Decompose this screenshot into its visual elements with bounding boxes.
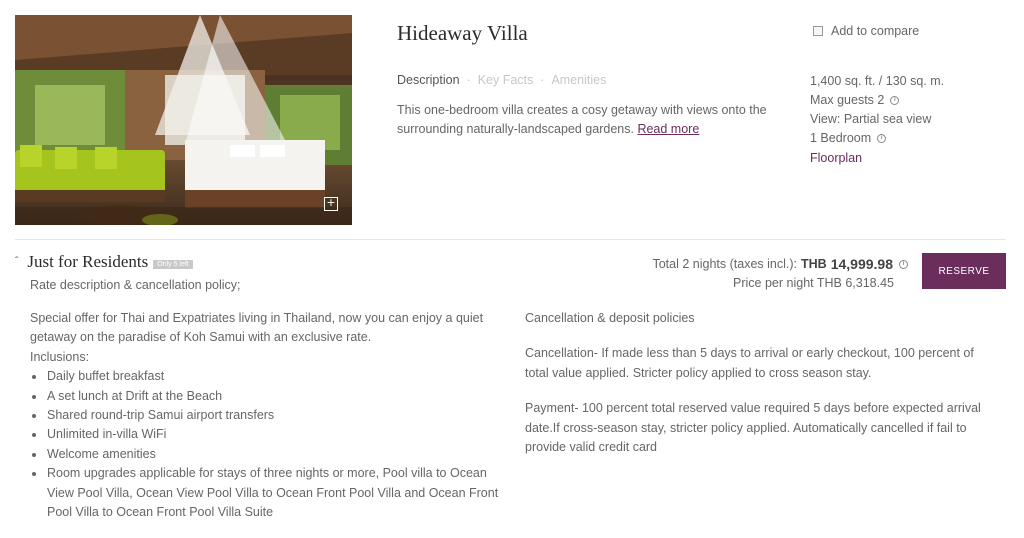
key-facts: 1,400 sq. ft. / 130 sq. m. Max guests 2 …	[810, 72, 944, 168]
fact-size: 1,400 sq. ft. / 130 sq. m.	[810, 74, 945, 88]
total-label: Total 2 nights (taxes incl.):	[652, 257, 797, 271]
list-item: Welcome amenities	[30, 445, 500, 464]
cancellation-policy: Cancellation- If made less than 5 days t…	[525, 346, 974, 380]
availability-badge: Only 5 left	[153, 259, 193, 269]
list-item: Shared round-trip Samui airport transfer…	[30, 406, 500, 425]
info-icon[interactable]: i	[899, 259, 908, 269]
tab-key-facts[interactable]: Key Facts	[478, 73, 534, 87]
list-item: Room upgrades applicable for stays of th…	[30, 464, 500, 522]
section-divider	[15, 239, 1006, 240]
rate-title: Just for Residents	[27, 252, 149, 271]
read-more-link[interactable]: Read more	[637, 122, 699, 136]
total-price: Total 2 nights (taxes incl.): THB 14,999…	[652, 256, 908, 272]
chevron-up-icon[interactable]: ˆ	[15, 256, 18, 267]
payment-policy: Payment- 100 percent total reserved valu…	[525, 401, 981, 455]
offer-intro: Special offer for Thai and Expatriates l…	[30, 311, 484, 345]
rate-subtitle: Rate description & cancellation policy;	[30, 278, 241, 292]
compare-label: Add to compare	[831, 24, 920, 38]
tab-separator: ·	[540, 73, 545, 87]
policies: Cancellation & deposit policies Cancella…	[525, 309, 995, 473]
info-icon[interactable]: i	[877, 134, 887, 143]
tab-amenities[interactable]: Amenities	[551, 73, 606, 87]
inclusions-list: Daily buffet breakfast A set lunch at Dr…	[30, 367, 500, 522]
guests-label: Max guests 2	[810, 93, 885, 107]
tab-separator: ·	[466, 73, 471, 87]
info-tabs: Description · Key Facts · Amenities	[397, 73, 606, 87]
reserve-button[interactable]: RESERVE	[922, 253, 1006, 289]
fact-bedrooms: 1 Bedroom i	[810, 129, 944, 148]
villa-interior-illustration	[15, 15, 352, 225]
inclusions-label: Inclusions:	[30, 349, 90, 364]
tab-description[interactable]: Description	[397, 73, 460, 87]
offer-details: Special offer for Thai and Expatriates l…	[30, 309, 500, 522]
compare-checkbox[interactable]	[813, 26, 823, 36]
villa-photo[interactable]: +	[15, 15, 352, 225]
list-item: A set lunch at Drift at the Beach	[30, 387, 500, 406]
policies-title: Cancellation & deposit policies	[525, 311, 695, 325]
currency: THB	[801, 257, 827, 271]
rate-header[interactable]: ˆ Just for Residents Only 5 left	[15, 252, 193, 272]
total-amount: 14,999.98	[830, 256, 893, 272]
fact-view: View: Partial sea view	[810, 112, 932, 126]
floorplan-link[interactable]: Floorplan	[810, 149, 944, 168]
add-to-compare[interactable]: Add to compare	[813, 24, 919, 38]
villa-description: This one-bedroom villa creates a cosy ge…	[397, 101, 777, 139]
bedrooms-label: 1 Bedroom	[810, 131, 872, 145]
description-text: This one-bedroom villa creates a cosy ge…	[397, 103, 767, 136]
expand-icon[interactable]: +	[324, 197, 338, 211]
list-item: Unlimited in-villa WiFi	[30, 425, 500, 444]
price-per-night: Price per night THB 6,318.45	[733, 276, 894, 290]
villa-title: Hideaway Villa	[397, 21, 528, 45]
fact-guests: Max guests 2 i	[810, 91, 944, 110]
list-item: Daily buffet breakfast	[30, 367, 500, 386]
info-icon[interactable]: i	[890, 96, 900, 105]
